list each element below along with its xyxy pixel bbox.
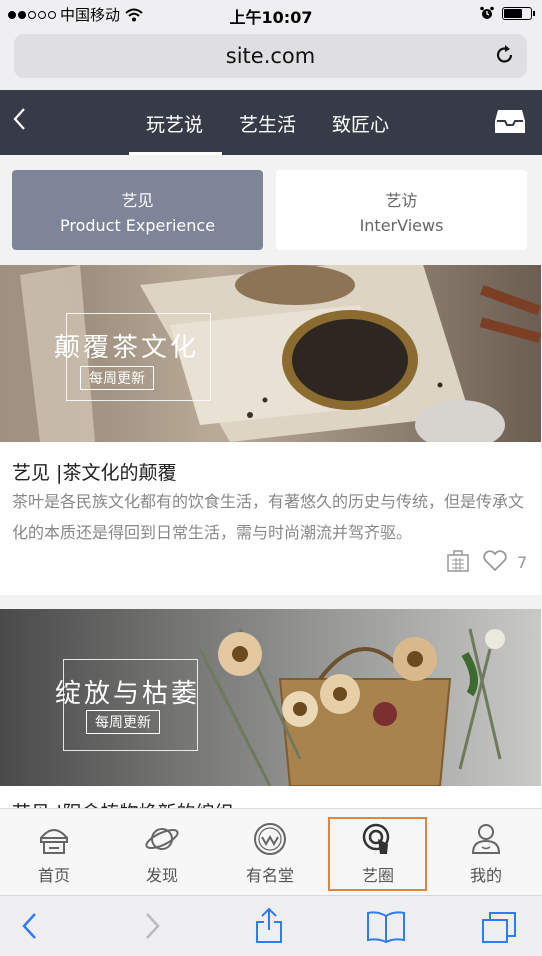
clock: 上午10:07 bbox=[229, 8, 313, 27]
tabbar-item-mine[interactable]: 我的 bbox=[436, 809, 536, 896]
overlay-badge: 每周更新 bbox=[86, 710, 160, 734]
active-tab-indicator bbox=[129, 152, 222, 155]
tab-wan-yi-shuo[interactable]: 玩艺说 bbox=[146, 110, 203, 137]
tab-zhi-jiang-xin[interactable]: 致匠心 bbox=[332, 110, 389, 137]
segment-subtitle: Product Experience bbox=[59, 216, 216, 235]
selected-tab-highlight bbox=[328, 817, 427, 891]
segment-subtitle: InterViews bbox=[359, 216, 444, 235]
article-image: 颠覆茶文化 每周更新 bbox=[0, 265, 541, 442]
share-icon[interactable] bbox=[254, 906, 284, 944]
planet-icon bbox=[145, 828, 179, 850]
tabbar-item-home[interactable]: 首页 bbox=[4, 809, 104, 896]
share-grid-icon[interactable] bbox=[446, 549, 470, 573]
tabbar-label: 我的 bbox=[469, 866, 502, 885]
home-icon bbox=[40, 829, 68, 854]
bottom-tab-bar: 首页 发现 有名堂 艺圈 我的 bbox=[0, 808, 542, 895]
person-icon bbox=[471, 824, 501, 854]
battery-level bbox=[504, 8, 522, 18]
back-arrow-icon[interactable] bbox=[10, 104, 30, 134]
overlay-title: 颠覆茶文化 bbox=[54, 333, 200, 363]
alarm-icon bbox=[480, 6, 494, 19]
tab-yi-sheng-huo[interactable]: 艺生活 bbox=[239, 110, 296, 137]
heart-icon[interactable] bbox=[482, 550, 508, 572]
segment-interviews[interactable]: 艺访 InterViews bbox=[276, 170, 527, 250]
logo-circle-icon bbox=[254, 823, 286, 855]
url-text: site.com bbox=[225, 44, 316, 68]
segment-product-experience[interactable]: 艺见 Product Experience bbox=[12, 170, 263, 250]
article-title: 艺见 |阳伞植物焕新的编织 bbox=[12, 798, 233, 808]
article-card[interactable]: 绽放与枯萎 每周更新 艺见 |阳伞植物焕新的编织 bbox=[0, 609, 541, 808]
overlay-badge: 每周更新 bbox=[80, 366, 154, 390]
article-image: 绽放与枯萎 每周更新 bbox=[0, 609, 541, 786]
bookmarks-icon[interactable] bbox=[366, 910, 406, 944]
tabbar-label: 有名堂 bbox=[245, 866, 294, 885]
browser-back-icon[interactable] bbox=[18, 910, 42, 942]
tabs-icon[interactable] bbox=[480, 910, 518, 944]
status-bar: 中国移动 上午10:07 bbox=[0, 0, 542, 28]
tabbar-item-discover[interactable]: 发现 bbox=[112, 809, 212, 896]
inbox-icon[interactable] bbox=[494, 106, 526, 136]
article-title: 艺见 |茶文化的颠覆 bbox=[12, 462, 177, 484]
tabbar-item-you-ming-tang[interactable]: 有名堂 bbox=[220, 809, 320, 896]
article-card[interactable]: 颠覆茶文化 每周更新 艺见 |茶文化的颠覆 茶叶是各民族文化都有的饮食生活，有著… bbox=[0, 265, 541, 595]
top-nav: 玩艺说 艺生活 致匠心 bbox=[0, 90, 542, 155]
article-description: 茶叶是各民族文化都有的饮食生活，有著悠久的历史与传统，但是传承文化的本质还是得回… bbox=[12, 492, 525, 542]
tabbar-label: 发现 bbox=[145, 866, 178, 885]
browser-toolbar bbox=[0, 895, 542, 956]
segment-title: 艺见 bbox=[121, 191, 154, 210]
tabbar-label: 首页 bbox=[37, 866, 70, 885]
segment-title: 艺访 bbox=[385, 191, 418, 210]
overlay-title: 绽放与枯萎 bbox=[55, 679, 201, 709]
battery-icon bbox=[502, 6, 535, 20]
reload-icon[interactable] bbox=[493, 43, 517, 67]
url-field[interactable]: site.com bbox=[14, 34, 527, 78]
address-bar: site.com bbox=[0, 28, 542, 90]
like-count: 7 bbox=[517, 553, 528, 572]
browser-forward-icon[interactable] bbox=[140, 910, 164, 942]
